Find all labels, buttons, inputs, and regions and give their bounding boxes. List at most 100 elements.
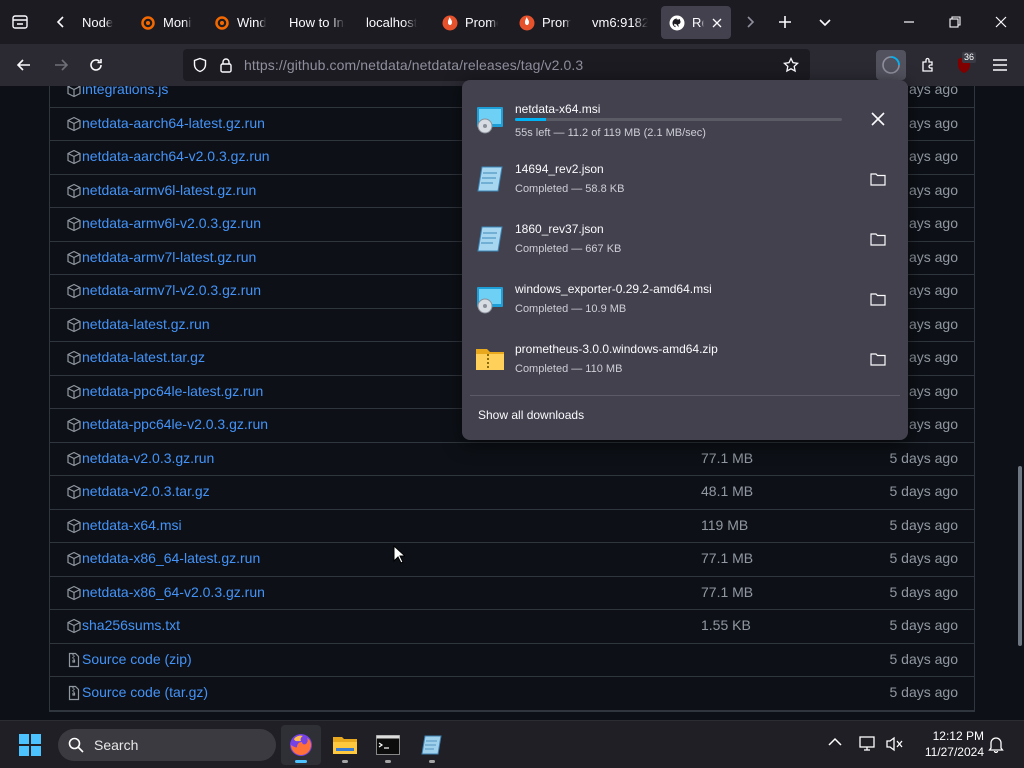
notepad-icon xyxy=(421,735,442,755)
asset-link[interactable]: Source code (tar.gz) xyxy=(82,684,208,700)
show-in-folder-icon[interactable] xyxy=(864,285,892,313)
asset-link[interactable]: netdata-latest.tar.gz xyxy=(82,349,205,365)
cancel-download-icon[interactable] xyxy=(864,105,892,133)
asset-link[interactable]: integrations.js xyxy=(82,86,168,97)
lock-icon[interactable] xyxy=(217,56,235,74)
asset-link[interactable]: netdata-v2.0.3.tar.gz xyxy=(82,483,210,499)
json-file-icon xyxy=(474,223,506,255)
package-icon xyxy=(66,250,82,266)
firefox-icon xyxy=(290,734,312,756)
minimize-icon[interactable] xyxy=(886,0,932,44)
tab-0[interactable]: Node xyxy=(74,6,126,39)
list-all-tabs-icon[interactable] xyxy=(810,7,840,37)
asset-link[interactable]: netdata-x64.msi xyxy=(82,517,182,533)
show-all-downloads-button[interactable]: Show all downloads xyxy=(478,408,584,422)
asset-link[interactable]: netdata-aarch64-v2.0.3.gz.run xyxy=(82,148,270,164)
asset-row: netdata-v2.0.3.tar.gz 48.1 MB 5 days ago xyxy=(50,476,974,510)
tab-4[interactable]: localhost xyxy=(358,6,428,39)
page-scrollbar[interactable] xyxy=(1018,466,1022,646)
download-item[interactable]: netdata-x64.msi 55s left — 11.2 of 119 MB… xyxy=(472,90,898,148)
ublock-extension-icon[interactable]: 36 xyxy=(949,50,979,80)
downloads-button[interactable] xyxy=(876,50,906,80)
asset-link[interactable]: netdata-armv7l-latest.gz.run xyxy=(82,249,256,265)
tab-7[interactable]: vm6:9182 xyxy=(584,6,656,39)
package-icon xyxy=(66,350,82,366)
downloads-panel: netdata-x64.msi 55s left — 11.2 of 119 MB… xyxy=(462,80,908,440)
taskbar-firefox[interactable] xyxy=(281,725,321,765)
download-item[interactable]: 1860_rev37.json Completed — 667 KB xyxy=(472,210,898,268)
show-in-folder-icon[interactable] xyxy=(864,345,892,373)
download-item[interactable]: prometheus-3.0.0.windows-amd64.zip Comple… xyxy=(472,330,898,388)
asset-link[interactable]: netdata-armv6l-v2.0.3.gz.run xyxy=(82,215,261,231)
tab-label: Windows xyxy=(237,15,266,30)
asset-date: 5 days ago xyxy=(889,516,959,533)
asset-size: 48.1 MB xyxy=(701,483,754,499)
tab-8[interactable]: Releases xyxy=(661,6,731,39)
folder-icon xyxy=(333,737,357,754)
bookmark-star-icon[interactable] xyxy=(782,56,800,74)
asset-link[interactable]: netdata-ppc64le-v2.0.3.gz.run xyxy=(82,416,268,432)
tab-2[interactable]: Windows xyxy=(206,6,274,39)
download-item[interactable]: 14694_rev2.json Completed — 58.8 KB xyxy=(472,150,898,208)
download-status: Completed — 10.9 MB xyxy=(515,303,627,315)
tab-5[interactable]: Prometheus xyxy=(434,6,506,39)
show-hidden-icons-icon[interactable] xyxy=(828,737,842,747)
restore-icon[interactable] xyxy=(932,0,978,44)
asset-link[interactable]: netdata-latest.gz.run xyxy=(82,316,210,332)
asset-link[interactable]: netdata-v2.0.3.gz.run xyxy=(82,450,214,466)
download-status: Completed — 667 KB xyxy=(515,243,622,255)
download-status: 55s left — 11.2 of 119 MB (2.1 MB/sec) xyxy=(515,127,706,139)
asset-row: netdata-x64.msi 119 MB 5 days ago xyxy=(50,510,974,543)
download-item[interactable]: windows_exporter-0.29.2-amd64.msi Complet… xyxy=(472,270,898,328)
package-icon xyxy=(66,384,82,400)
tab-3[interactable]: How to Install xyxy=(281,6,353,39)
tab-scroll-left-icon[interactable] xyxy=(46,7,76,37)
new-tab-icon[interactable] xyxy=(770,7,800,37)
back-icon[interactable] xyxy=(9,50,39,80)
taskbar-notepad[interactable] xyxy=(412,725,452,765)
menu-icon[interactable] xyxy=(985,50,1015,80)
close-window-icon[interactable] xyxy=(978,0,1024,44)
package-icon xyxy=(66,484,82,500)
notification-bell-icon[interactable] xyxy=(988,735,1004,753)
asset-row: Source code (zip) 5 days ago xyxy=(50,644,974,677)
show-in-folder-icon[interactable] xyxy=(864,225,892,253)
taskbar-file-explorer[interactable] xyxy=(325,725,365,765)
tab-label: Monitoring xyxy=(163,15,192,30)
url-text[interactable]: https://github.com/netdata/netdata/relea… xyxy=(244,57,583,73)
firefox-view-icon[interactable] xyxy=(5,7,35,37)
system-clock[interactable]: 12:12 PM 11/27/2024 xyxy=(925,728,984,760)
show-in-folder-icon[interactable] xyxy=(864,165,892,193)
shield-icon[interactable] xyxy=(191,56,209,74)
windows-start-icon[interactable] xyxy=(18,733,42,757)
asset-link[interactable]: sha256sums.txt xyxy=(82,617,180,633)
grafana-icon xyxy=(214,15,230,31)
asset-link[interactable]: netdata-x86_64-latest.gz.run xyxy=(82,550,260,566)
asset-link[interactable]: netdata-x86_64-v2.0.3.gz.run xyxy=(82,584,265,600)
taskbar-search[interactable]: Search xyxy=(58,729,276,761)
close-tab-icon[interactable] xyxy=(711,18,723,28)
tab-label: Prometheus xyxy=(542,15,571,30)
asset-link[interactable]: netdata-aarch64-latest.gz.run xyxy=(82,115,265,131)
volume-muted-icon[interactable] xyxy=(885,735,905,753)
asset-link[interactable]: netdata-armv7l-v2.0.3.gz.run xyxy=(82,282,261,298)
reload-icon[interactable] xyxy=(81,50,111,80)
package-icon xyxy=(66,149,82,165)
asset-link[interactable]: Source code (zip) xyxy=(82,651,192,667)
tab-6[interactable]: Prometheus xyxy=(511,6,579,39)
tab-1[interactable]: Monitoring xyxy=(132,6,200,39)
asset-size: 77.1 MB xyxy=(701,583,754,600)
taskbar-terminal[interactable] xyxy=(368,725,408,765)
asset-link[interactable]: netdata-armv6l-latest.gz.run xyxy=(82,182,256,198)
forward-icon[interactable] xyxy=(46,50,76,80)
extensions-icon[interactable] xyxy=(913,50,943,80)
url-bar[interactable]: https://github.com/netdata/netdata/relea… xyxy=(183,49,810,81)
file-zip-icon xyxy=(66,652,82,668)
network-icon[interactable] xyxy=(859,735,879,753)
asset-link[interactable]: netdata-ppc64le-latest.gz.run xyxy=(82,383,263,399)
download-status: Completed — 110 MB xyxy=(515,363,623,375)
tab-scroll-right-icon[interactable] xyxy=(735,7,765,37)
package-icon xyxy=(66,618,82,634)
asset-size: 77.1 MB xyxy=(701,449,754,466)
package-icon xyxy=(66,585,82,601)
